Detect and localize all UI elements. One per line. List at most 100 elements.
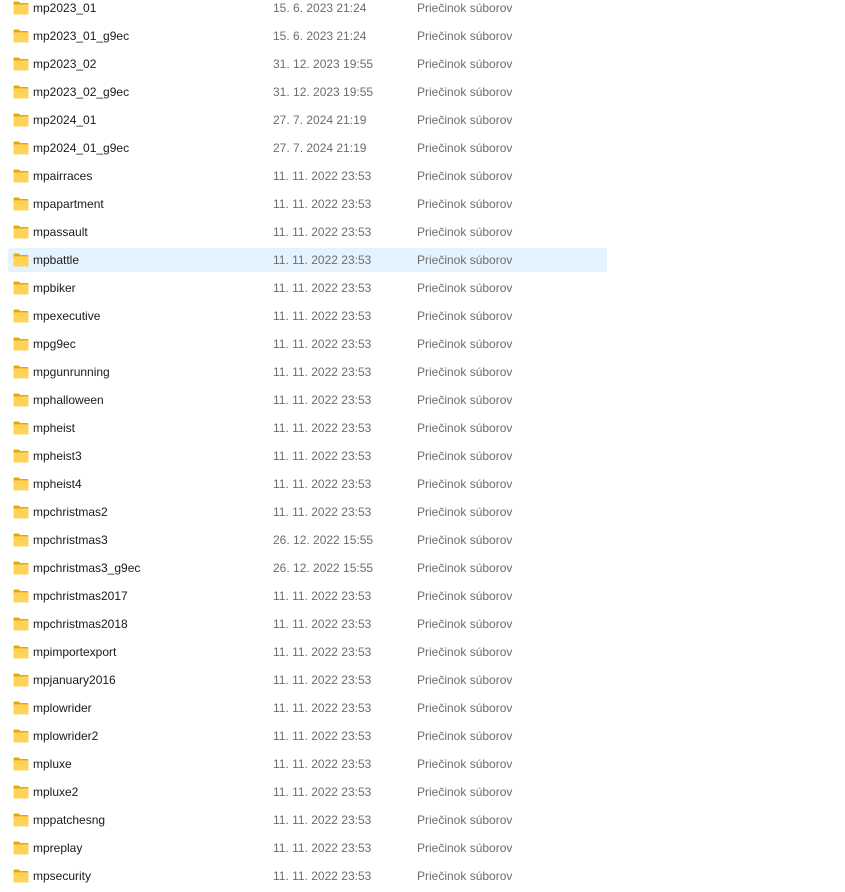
file-row-mpapartment[interactable]: mpapartment 11. 11. 2022 23:53 Priečinok…: [8, 192, 607, 216]
file-date-modified: 27. 7. 2024 21:19: [273, 113, 367, 127]
file-type: Priečinok súborov: [417, 869, 513, 883]
file-date-modified: 11. 11. 2022 23:53: [273, 365, 372, 379]
file-date-modified: 11. 11. 2022 23:53: [273, 225, 372, 239]
file-date-modified: 11. 11. 2022 23:53: [273, 673, 372, 687]
folder-icon: [13, 197, 29, 211]
file-row-mp2024_01_g9ec[interactable]: mp2024_01_g9ec 27. 7. 2024 21:19 Priečin…: [8, 136, 607, 160]
file-row-mpbattle[interactable]: mpbattle 11. 11. 2022 23:53 Priečinok sú…: [8, 248, 607, 272]
folder-icon: [13, 57, 29, 71]
file-date-modified: 31. 12. 2023 19:55: [273, 85, 374, 99]
file-row-mp2023_01[interactable]: mp2023_01 15. 6. 2023 21:24 Priečinok sú…: [8, 0, 607, 20]
file-name: mp2024_01_g9ec: [33, 141, 130, 155]
file-name: mp2023_02: [33, 57, 97, 71]
file-row-mppatchesng[interactable]: mppatchesng 11. 11. 2022 23:53 Priečinok…: [8, 808, 607, 832]
file-type: Priečinok súborov: [417, 393, 513, 407]
file-date-modified: 11. 11. 2022 23:53: [273, 393, 372, 407]
file-row-mpheist4[interactable]: mpheist4 11. 11. 2022 23:53 Priečinok sú…: [8, 472, 607, 496]
file-date-modified: 11. 11. 2022 23:53: [273, 337, 372, 351]
folder-icon: [13, 813, 29, 827]
folder-icon: [13, 505, 29, 519]
folder-icon: [13, 449, 29, 463]
file-row-mp2023_01_g9ec[interactable]: mp2023_01_g9ec 15. 6. 2023 21:24 Priečin…: [8, 24, 607, 48]
file-row-mpchristmas3[interactable]: mpchristmas3 26. 12. 2022 15:55 Priečino…: [8, 528, 607, 552]
file-row-mp2023_02[interactable]: mp2023_02 31. 12. 2023 19:55 Priečinok s…: [8, 52, 607, 76]
folder-icon: [13, 253, 29, 267]
file-row-mpchristmas2[interactable]: mpchristmas2 11. 11. 2022 23:53 Priečino…: [8, 500, 607, 524]
folder-icon: [13, 421, 29, 435]
file-row-mpheist[interactable]: mpheist 11. 11. 2022 23:53 Priečinok súb…: [8, 416, 607, 440]
file-row-mpchristmas2018[interactable]: mpchristmas2018 11. 11. 2022 23:53 Prieč…: [8, 612, 607, 636]
file-row-mpg9ec[interactable]: mpg9ec 11. 11. 2022 23:53 Priečinok súbo…: [8, 332, 607, 356]
file-name: mp2024_01: [33, 113, 97, 127]
file-date-modified: 11. 11. 2022 23:53: [273, 281, 372, 295]
file-date-modified: 11. 11. 2022 23:53: [273, 645, 372, 659]
folder-icon: [13, 701, 29, 715]
file-type: Priečinok súborov: [417, 169, 513, 183]
file-name: mplowrider: [33, 701, 92, 715]
file-row-mp2024_01[interactable]: mp2024_01 27. 7. 2024 21:19 Priečinok sú…: [8, 108, 607, 132]
file-row-mpreplay[interactable]: mpreplay 11. 11. 2022 23:53 Priečinok sú…: [8, 836, 607, 860]
file-date-modified: 26. 12. 2022 15:55: [273, 561, 374, 575]
file-name: mpluxe: [33, 757, 72, 771]
file-date-modified: 11. 11. 2022 23:53: [273, 729, 372, 743]
folder-icon: [13, 785, 29, 799]
file-rows: mp2023_01 15. 6. 2023 21:24 Priečinok sú…: [8, 0, 607, 888]
file-row-mplowrider[interactable]: mplowrider 11. 11. 2022 23:53 Priečinok …: [8, 696, 607, 720]
file-list: mp2023_01 15. 6. 2023 21:24 Priečinok sú…: [8, 0, 607, 892]
file-row-mp2023_02_g9ec[interactable]: mp2023_02_g9ec 31. 12. 2023 19:55 Prieči…: [8, 80, 607, 104]
folder-icon: [13, 169, 29, 183]
file-date-modified: 11. 11. 2022 23:53: [273, 477, 372, 491]
file-name: mpairraces: [33, 169, 93, 183]
file-type: Priečinok súborov: [417, 337, 513, 351]
file-row-mpgunrunning[interactable]: mpgunrunning 11. 11. 2022 23:53 Priečino…: [8, 360, 607, 384]
file-name: mpimportexport: [33, 645, 117, 659]
file-name: mphalloween: [33, 393, 104, 407]
folder-icon: [13, 841, 29, 855]
file-row-mpairraces[interactable]: mpairraces 11. 11. 2022 23:53 Priečinok …: [8, 164, 607, 188]
file-type: Priečinok súborov: [417, 225, 513, 239]
file-row-mpsecurity[interactable]: mpsecurity 11. 11. 2022 23:53 Priečinok …: [8, 864, 607, 888]
folder-icon: [13, 337, 29, 351]
file-row-mplowrider2[interactable]: mplowrider2 11. 11. 2022 23:53 Priečinok…: [8, 724, 607, 748]
file-type: Priečinok súborov: [417, 197, 513, 211]
file-name: mpheist4: [33, 477, 82, 491]
folder-icon: [13, 477, 29, 491]
folder-icon: [13, 29, 29, 43]
file-row-mpheist3[interactable]: mpheist3 11. 11. 2022 23:53 Priečinok sú…: [8, 444, 607, 468]
file-name: mplowrider2: [33, 729, 99, 743]
file-row-mpexecutive[interactable]: mpexecutive 11. 11. 2022 23:53 Priečinok…: [8, 304, 607, 328]
file-row-mpassault[interactable]: mpassault 11. 11. 2022 23:53 Priečinok s…: [8, 220, 607, 244]
file-row-mpluxe[interactable]: mpluxe 11. 11. 2022 23:53 Priečinok súbo…: [8, 752, 607, 776]
file-name: mpchristmas2017: [33, 589, 128, 603]
file-type: Priečinok súborov: [417, 309, 513, 323]
file-date-modified: 11. 11. 2022 23:53: [273, 169, 372, 183]
file-name: mpsecurity: [33, 869, 92, 883]
file-type: Priečinok súborov: [417, 589, 513, 603]
file-type: Priečinok súborov: [417, 617, 513, 631]
file-date-modified: 11. 11. 2022 23:53: [273, 309, 372, 323]
file-type: Priečinok súborov: [417, 729, 513, 743]
file-row-mpchristmas3_g9ec[interactable]: mpchristmas3_g9ec 26. 12. 2022 15:55 Pri…: [8, 556, 607, 580]
folder-icon: [13, 589, 29, 603]
folder-icon: [13, 533, 29, 547]
file-row-mpjanuary2016[interactable]: mpjanuary2016 11. 11. 2022 23:53 Priečin…: [8, 668, 607, 692]
file-name: mpbattle: [33, 253, 80, 267]
file-row-mpbiker[interactable]: mpbiker 11. 11. 2022 23:53 Priečinok súb…: [8, 276, 607, 300]
file-row-mphalloween[interactable]: mphalloween 11. 11. 2022 23:53 Priečinok…: [8, 388, 607, 412]
file-name: mpassault: [33, 225, 88, 239]
file-row-mpluxe2[interactable]: mpluxe2 11. 11. 2022 23:53 Priečinok súb…: [8, 780, 607, 804]
file-date-modified: 11. 11. 2022 23:53: [273, 785, 372, 799]
file-type: Priečinok súborov: [417, 841, 513, 855]
folder-icon: [13, 281, 29, 295]
file-type: Priečinok súborov: [417, 813, 513, 827]
file-row-mpimportexport[interactable]: mpimportexport 11. 11. 2022 23:53 Prieči…: [8, 640, 607, 664]
file-row-mpchristmas2017[interactable]: mpchristmas2017 11. 11. 2022 23:53 Prieč…: [8, 584, 607, 608]
file-type: Priečinok súborov: [417, 421, 513, 435]
file-name: mpchristmas3: [33, 533, 108, 547]
file-name: mppatchesng: [33, 813, 106, 827]
file-date-modified: 11. 11. 2022 23:53: [273, 589, 372, 603]
folder-icon: [13, 1, 29, 15]
folder-icon: [13, 729, 29, 743]
folder-icon: [13, 309, 29, 323]
file-type: Priečinok súborov: [417, 477, 513, 491]
